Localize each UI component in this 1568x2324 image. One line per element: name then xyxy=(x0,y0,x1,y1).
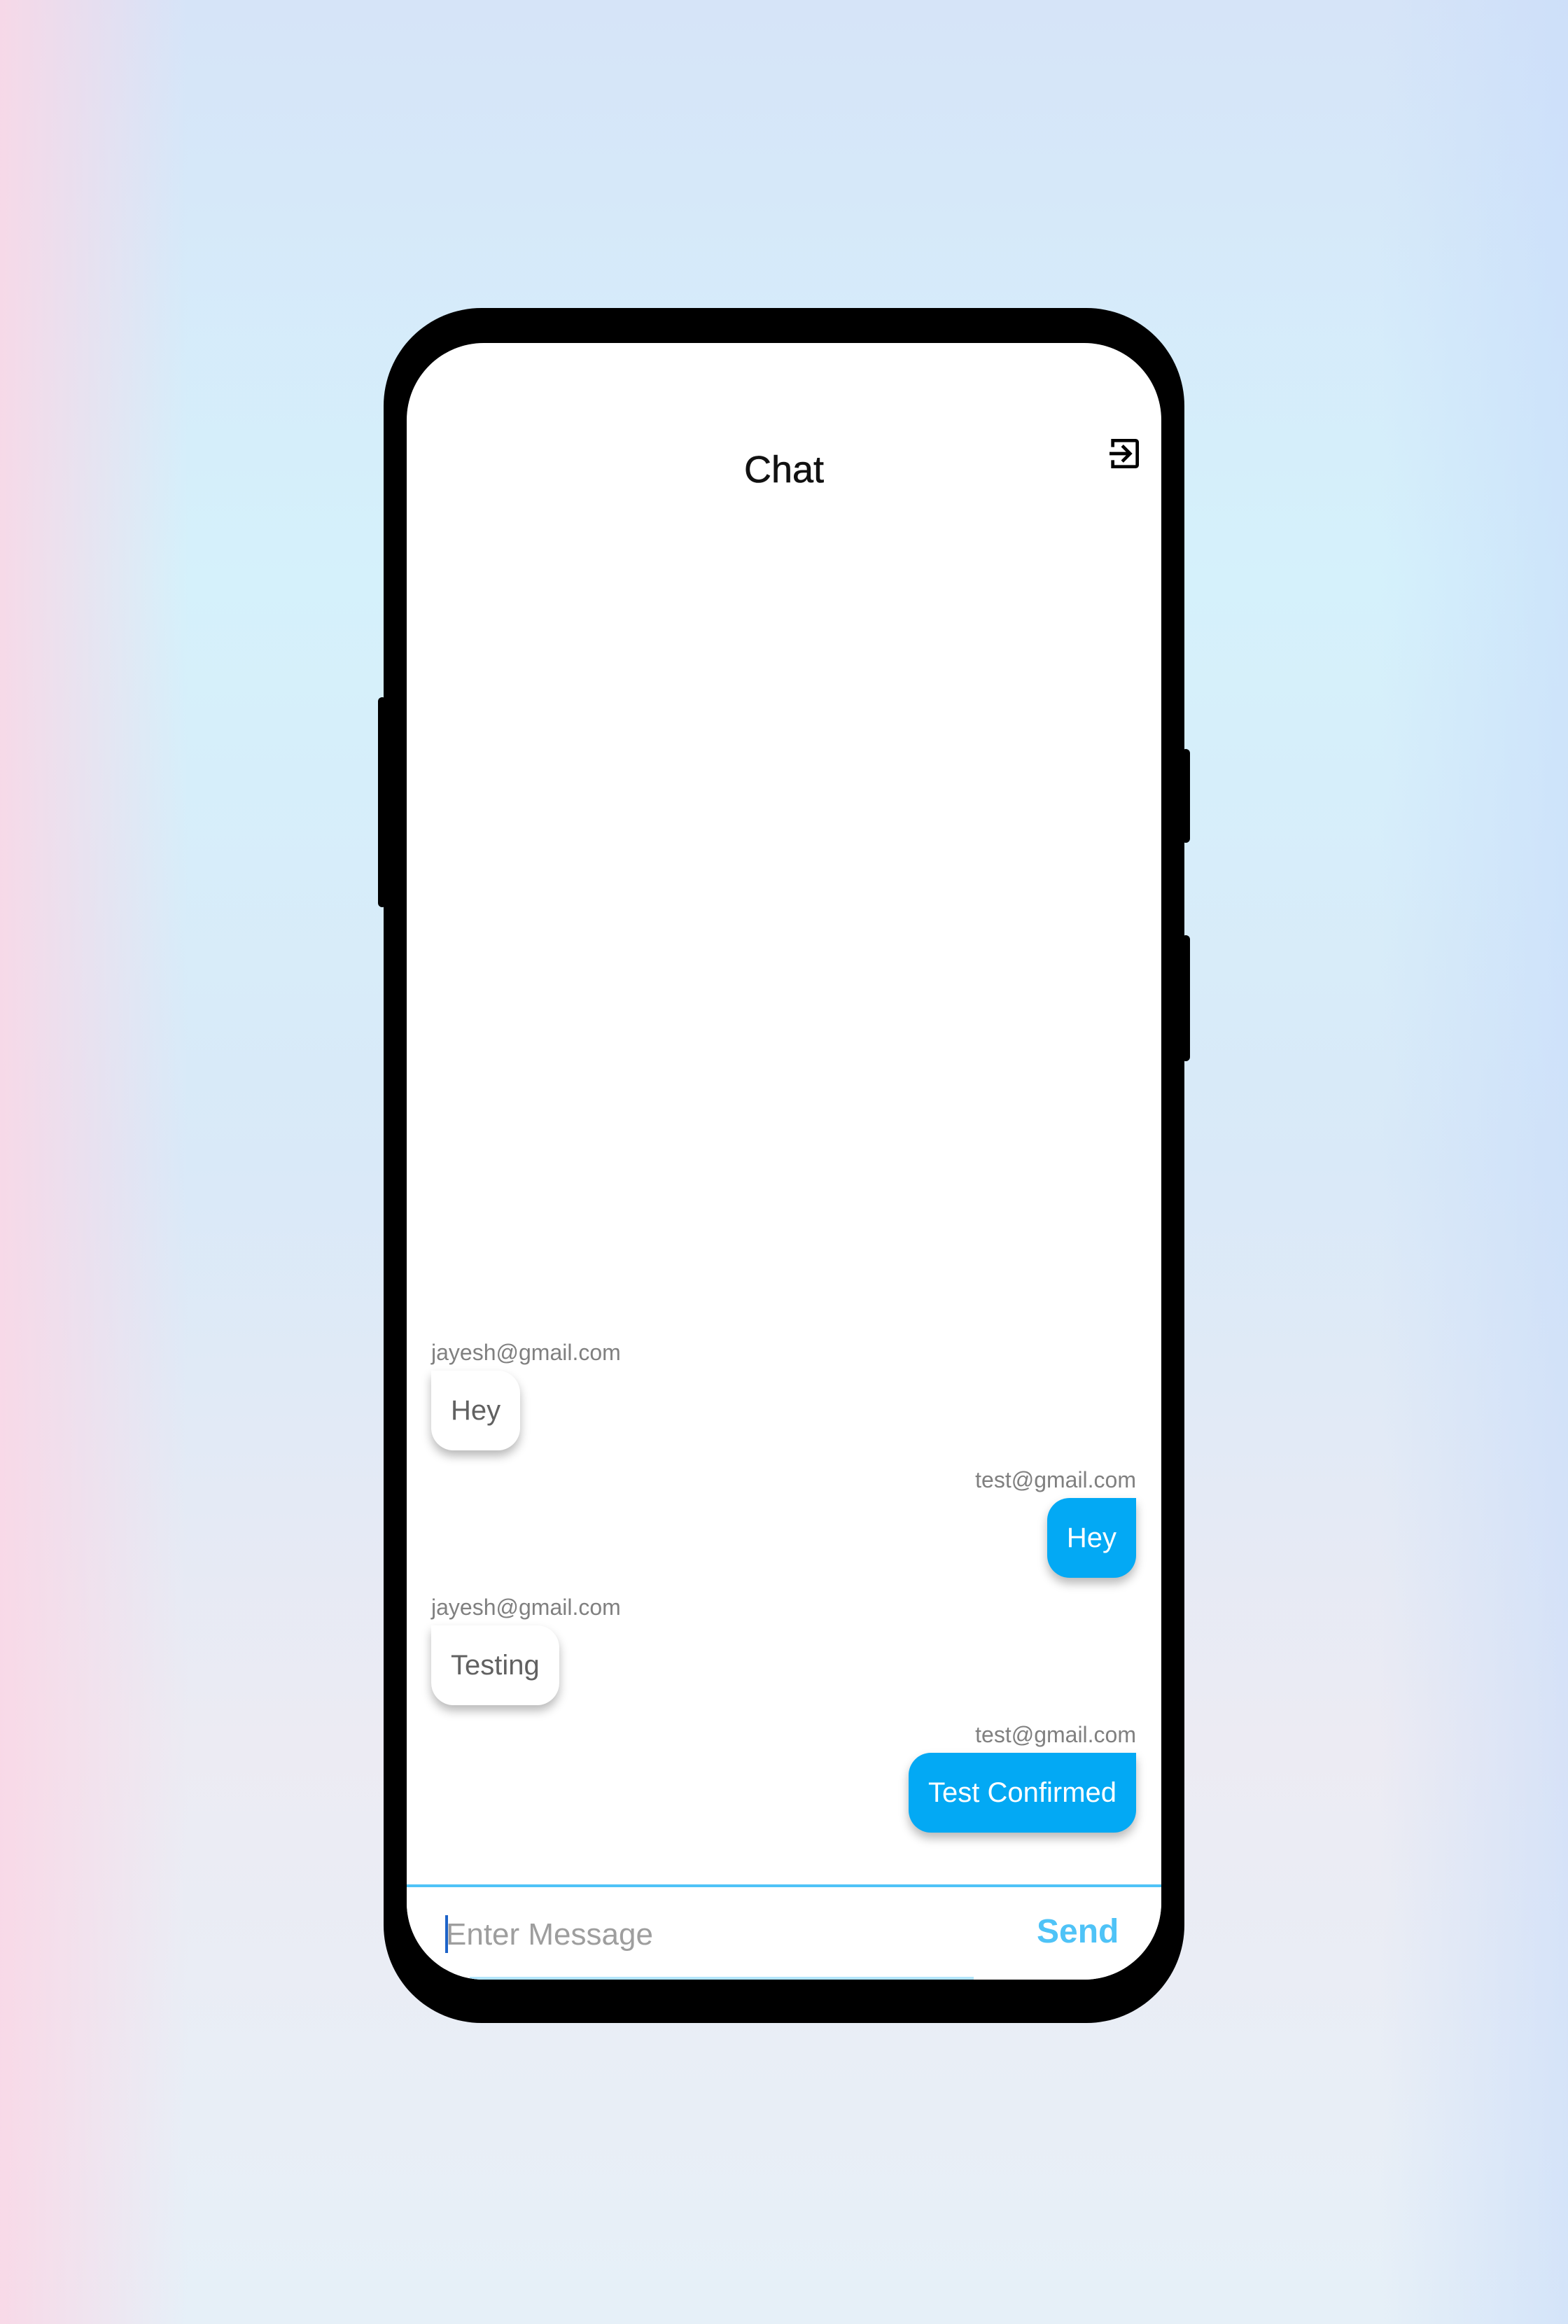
message-sender: test@gmail.com xyxy=(975,1467,1136,1492)
message-bubble: Hey xyxy=(431,1371,521,1450)
message-received: jayesh@gmail.com Hey xyxy=(431,1338,1136,1450)
phone-volume-up-button xyxy=(1182,749,1190,843)
logout-button[interactable] xyxy=(1096,426,1152,482)
app-screen: Chat jayesh@gmail.com Hey test@gmail.com… xyxy=(407,343,1161,1980)
input-underline xyxy=(470,1977,974,1980)
logout-icon xyxy=(1110,439,1139,468)
message-composer: Send xyxy=(407,1884,1161,1980)
message-sender: jayesh@gmail.com xyxy=(431,1340,621,1365)
message-received: jayesh@gmail.com Testing xyxy=(431,1593,1136,1705)
phone-side-button-left xyxy=(378,697,386,907)
phone-volume-down-button xyxy=(1182,935,1190,1061)
phone-frame: Chat jayesh@gmail.com Hey test@gmail.com… xyxy=(378,308,1190,2023)
message-sent: test@gmail.com Hey xyxy=(431,1466,1136,1578)
page-title: Chat xyxy=(743,449,825,491)
message-sent: test@gmail.com Test Confirmed xyxy=(431,1721,1136,1833)
send-button[interactable]: Send xyxy=(1037,1912,1119,1951)
message-input[interactable] xyxy=(446,1914,936,1956)
message-bubble: Testing xyxy=(431,1625,559,1705)
message-bubble: Test Confirmed xyxy=(909,1753,1136,1833)
message-sender: test@gmail.com xyxy=(975,1722,1136,1747)
message-bubble: Hey xyxy=(1046,1498,1136,1578)
message-sender: jayesh@gmail.com xyxy=(431,1595,621,1620)
text-cursor xyxy=(445,1915,448,1953)
